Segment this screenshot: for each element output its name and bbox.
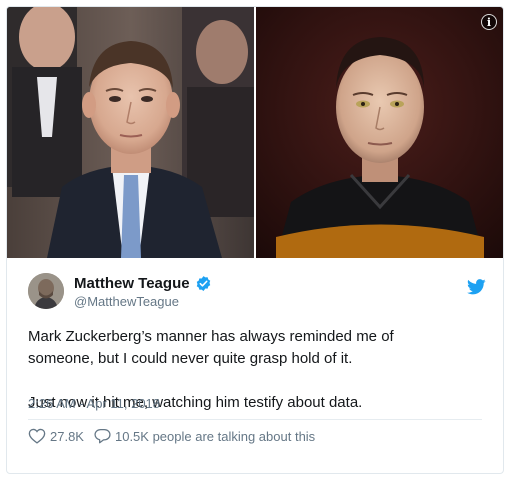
verified-badge-icon (196, 276, 210, 291)
speech-bubble-icon (94, 428, 111, 444)
talking-about-text[interactable]: 10.5K people are talking about this (115, 429, 315, 444)
heart-icon (28, 428, 46, 444)
right-photo[interactable]: i (256, 7, 503, 258)
twitter-bird-icon[interactable] (467, 279, 486, 295)
avatar-image (28, 273, 64, 309)
author-name-row[interactable]: Matthew Teague (74, 275, 212, 292)
avatar[interactable] (28, 273, 64, 309)
like-action[interactable]: 27.8K (28, 428, 84, 444)
android-character-photo (256, 7, 503, 258)
author-name[interactable]: Matthew Teague (74, 275, 190, 292)
tweet-actions: 27.8K 10.5K people are talking about thi… (28, 428, 325, 444)
info-icon[interactable]: i (481, 14, 497, 30)
tweet-media[interactable]: i (7, 7, 503, 258)
like-count[interactable]: 27.8K (50, 429, 84, 444)
embedded-tweet-card[interactable]: i Matthew Teague @MatthewTeague Mark Zuc… (6, 6, 504, 474)
man-in-suit-photo (7, 7, 254, 258)
author-handle[interactable]: @MatthewTeague (74, 294, 179, 309)
tweet-text-line: someone, but I could never quite grasp h… (28, 350, 353, 367)
divider (28, 419, 482, 420)
tweet-text-line: Mark Zuckerberg’s manner has always remi… (28, 328, 394, 345)
timestamp-link[interactable]: 2:26 AM - Apr 11, 2018 (28, 396, 160, 411)
left-photo[interactable] (7, 7, 254, 258)
conversation-action[interactable]: 10.5K people are talking about this (94, 428, 315, 444)
